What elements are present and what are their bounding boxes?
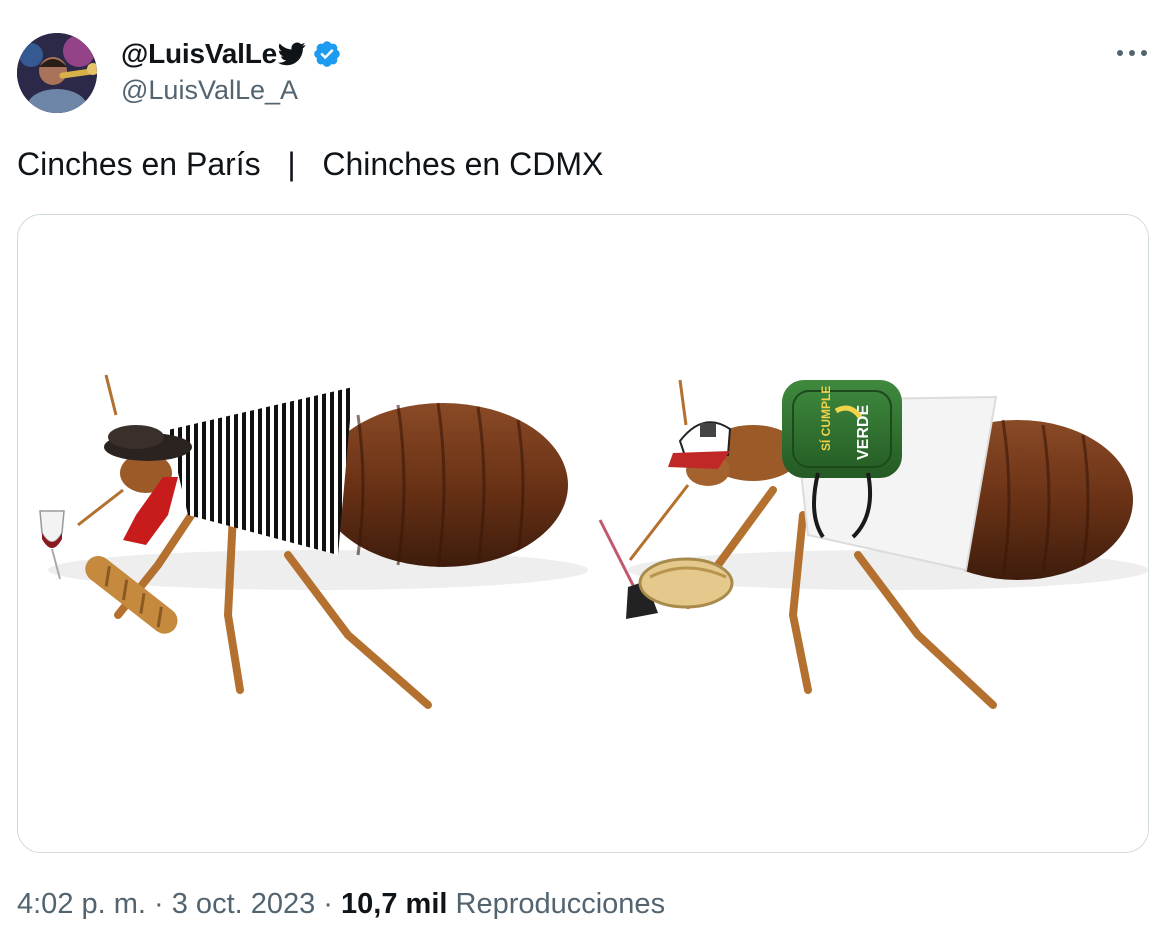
separator: ·: [315, 888, 342, 920]
views-count: 10,7 mil: [341, 888, 448, 920]
display-name[interactable]: @LuisValLe: [121, 38, 277, 70]
avatar[interactable]: [17, 33, 97, 113]
separator: ·: [145, 888, 172, 920]
twitter-bird-icon: [278, 42, 306, 66]
user-handle[interactable]: @LuisValLe_A: [121, 75, 342, 106]
tweet-header: @LuisValLe @LuisValLe_A: [121, 36, 342, 106]
tweet-text: Cinches en París | Chinches en CDMX: [17, 146, 604, 182]
more-options-button[interactable]: [1114, 38, 1150, 68]
views-label: Reproducciones: [447, 888, 666, 920]
tweet-date[interactable]: 3 oct. 2023: [172, 888, 316, 920]
more-options-icon: [1117, 50, 1147, 56]
verified-badge-icon: [314, 41, 340, 67]
tweet-metadata: 4:02 p. m. · 3 oct. 2023 · 10,7 mil Repr…: [17, 888, 665, 921]
tweet-media-image[interactable]: SÍ CUMPLE VERDE: [17, 214, 1149, 853]
backpack-text-1: SÍ CUMPLE: [818, 386, 833, 451]
tweet-time[interactable]: 4:02 p. m.: [17, 888, 146, 920]
